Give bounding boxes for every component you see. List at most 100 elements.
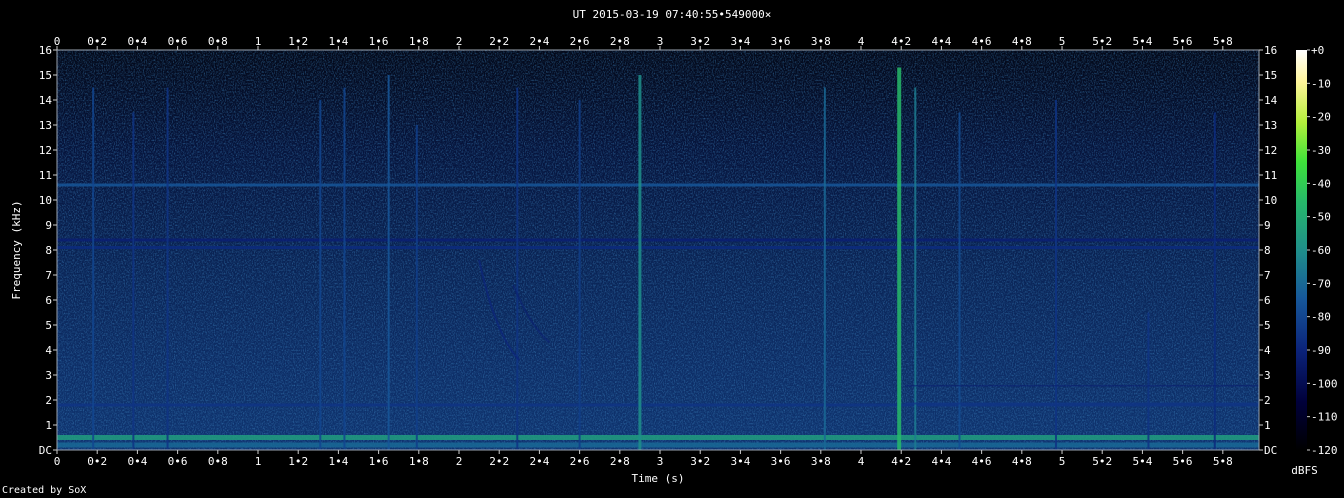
x-tick-label-top: 0•4 [127,35,147,48]
x-tick-label-top: 5•6 [1173,35,1193,48]
colorbar-tick-label: -50 [1311,211,1331,224]
x-tick-label-top: 3•8 [811,35,831,48]
x-tick-label-bottom: 1•4 [328,455,348,468]
x-tick-label-top: 1•6 [369,35,389,48]
vertical-spike [166,87,169,450]
x-tick-label-top: 1•2 [288,35,308,48]
spectrogram-chart: 000•20•20•40•40•60•60•80•8111•21•21•41•4… [10,35,1338,485]
y-tick-label-left: 16 [39,44,52,57]
x-tick-label-top: 1•4 [328,35,348,48]
x-tick-label-bottom: 4•6 [972,455,992,468]
x-tick-label-bottom: 3•8 [811,455,831,468]
x-tick-label-top: 1 [255,35,262,48]
y-tick-label-left: 6 [45,294,52,307]
y-tick-label-right: 13 [1264,119,1277,132]
x-tick-label-top: 2•4 [529,35,549,48]
y-tick-label-right: 5 [1264,319,1271,332]
colorbar-tick-label: -80 [1311,311,1331,324]
x-tick-label-bottom: 1•8 [409,455,429,468]
x-tick-label-top: 2 [456,35,463,48]
vertical-spike [578,100,581,450]
y-axis-label: Frequency (kHz) [10,200,23,299]
y-tick-label-right: 3 [1264,369,1271,382]
y-tick-label-right: 8 [1264,244,1271,257]
x-tick-label-top: 1•8 [409,35,429,48]
x-tick-label-top: 0•6 [168,35,188,48]
y-tick-label-left: 14 [39,94,53,107]
x-tick-label-bottom: 0•8 [208,455,228,468]
x-tick-label-bottom: 5•2 [1092,455,1112,468]
vertical-spike [387,75,390,450]
x-tick-label-bottom: 4•2 [891,455,911,468]
y-tick-label-right: 15 [1264,69,1277,82]
horizontal-band [905,385,1259,387]
vertical-spike [1054,100,1057,450]
x-tick-label-bottom: 5 [1059,455,1066,468]
spectrogram-image [57,50,1259,450]
vertical-spike [958,112,961,450]
colorbar: +0 -10 -20 -30 -40 -50 -60 -70 -80 -90 -100 -110 -12… [1291,44,1337,477]
x-tick-label-bottom: 3•2 [690,455,710,468]
x-tick-label-bottom: 3•6 [771,455,791,468]
y-tick-label-left: 11 [39,169,52,182]
vertical-spike [1213,112,1216,450]
x-tick-label-bottom: 0•4 [127,455,147,468]
vertical-spike [343,87,346,450]
x-tick-label-top: 0 [54,35,61,48]
x-tick-label-bottom: 1 [255,455,262,468]
vertical-spike [516,87,519,450]
x-tick-label-bottom: 4 [858,455,865,468]
vertical-spike [897,67,902,450]
x-tick-label-top: 5 [1059,35,1066,48]
horizontal-band [57,183,1259,187]
x-tick-label-bottom: 2•8 [610,455,630,468]
y-tick-label-right: 14 [1264,94,1278,107]
y-tick-label-right: 6 [1264,294,1271,307]
x-tick-label-top: 4•6 [972,35,992,48]
x-tick-label-bottom: 1•2 [288,455,308,468]
y-tick-label-left: 13 [39,119,52,132]
x-tick-label-bottom: 2•4 [529,455,549,468]
horizontal-band [57,238,1259,242]
x-tick-label-top: 5•4 [1132,35,1152,48]
vertical-spike [415,125,418,450]
x-tick-label-top: 2•2 [489,35,509,48]
y-tick-label-left: 8 [45,244,52,257]
x-tick-label-top: 3•4 [730,35,750,48]
y-tick-label-right: 10 [1264,194,1277,207]
x-tick-label-bottom: 5•6 [1173,455,1193,468]
vertical-spike [1147,312,1150,450]
y-tick-label-left: 9 [45,219,52,232]
colorbar-tick-label: -40 [1311,177,1331,190]
y-tick-label-right: 9 [1264,219,1271,232]
x-tick-label-top: 3 [657,35,664,48]
x-tick-label-top: 0•8 [208,35,228,48]
x-tick-label-top: 3•6 [771,35,791,48]
y-tick-label-left: 15 [39,69,52,82]
y-tick-label-right: 1 [1264,419,1271,432]
colorbar-tick-label: -100 [1311,377,1338,390]
colorbar-tick-label: -120 [1311,444,1338,457]
x-tick-label-top: 4•8 [1012,35,1032,48]
colorbar-tick-label: -10 [1311,77,1331,90]
x-tick-label-bottom: 2•2 [489,455,509,468]
colorbar-tick-label: -70 [1311,277,1331,290]
y-tick-label-right: 4 [1264,344,1271,357]
x-tick-label-top: 4 [858,35,865,48]
x-tick-label-top: 0•2 [87,35,107,48]
x-tick-label-bottom: 3 [657,455,664,468]
colorbar-tick-label: +0 [1311,44,1324,57]
y-tick-label-left: 12 [39,144,52,157]
colorbar-gradient [1296,50,1307,450]
x-tick-label-bottom: 5•8 [1213,455,1233,468]
horizontal-band [57,246,1259,249]
y-tick-label-left: 10 [39,194,52,207]
vertical-spike [132,112,135,450]
vertical-spike [823,87,826,450]
y-tick-label-left: 3 [45,369,52,382]
x-tick-label-bottom: 5•4 [1132,455,1152,468]
y-tick-label-left: 2 [45,394,52,407]
colorbar-tick-label: -110 [1311,411,1338,424]
x-tick-label-top: 2•6 [570,35,590,48]
x-tick-label-bottom: 2•6 [570,455,590,468]
